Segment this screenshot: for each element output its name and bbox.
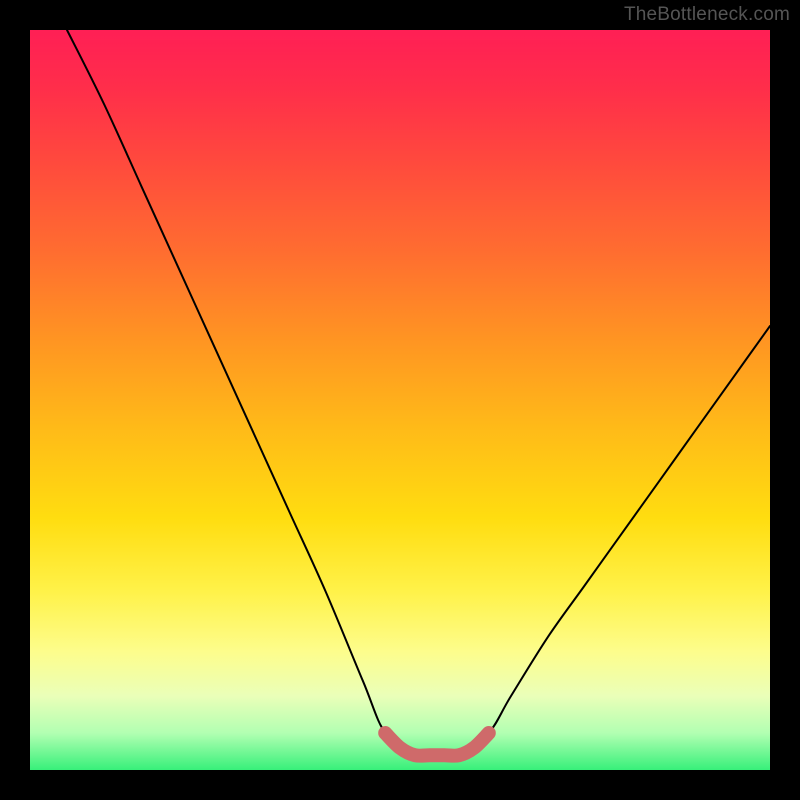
optimal-region-marker	[385, 733, 489, 756]
bottleneck-curve	[67, 30, 770, 757]
plot-area	[30, 30, 770, 770]
chart-frame: TheBottleneck.com	[0, 0, 800, 800]
watermark-text: TheBottleneck.com	[624, 4, 790, 26]
plot-svg	[30, 30, 770, 770]
